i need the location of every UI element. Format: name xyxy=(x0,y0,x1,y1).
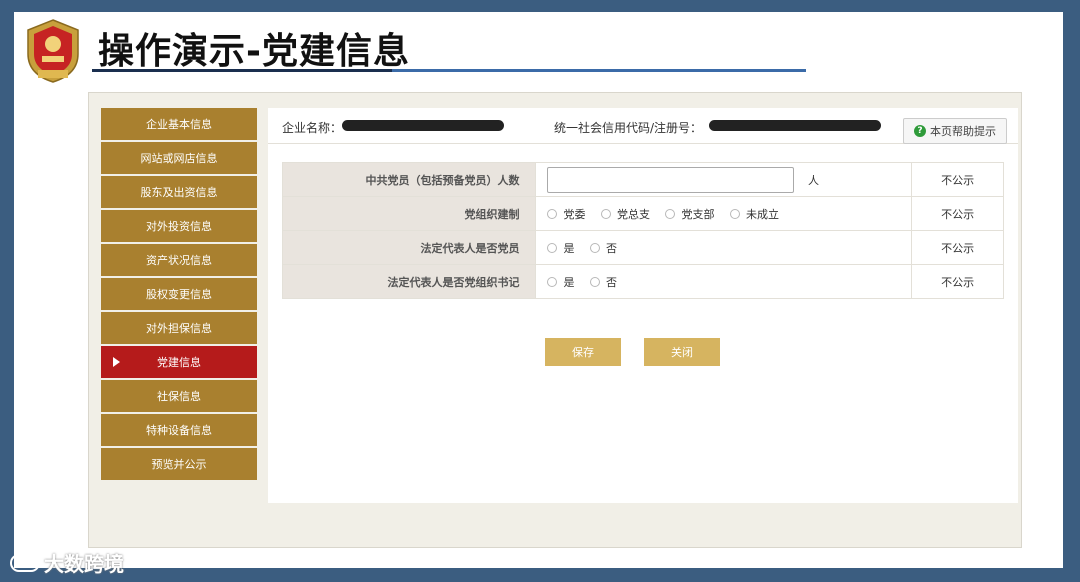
main-panel: 企业名称： 统一社会信用代码/注册号： ? 本页帮助提示 中共党员（包括预备党员… xyxy=(268,108,1018,503)
help-button[interactable]: ? 本页帮助提示 xyxy=(903,118,1007,144)
radio-no[interactable] xyxy=(589,276,600,287)
field-value: 人 xyxy=(535,162,913,197)
sidebar-item-assets[interactable]: 资产状况信息 xyxy=(101,244,257,276)
radio-not-established[interactable] xyxy=(729,208,740,219)
option-label: 否 xyxy=(605,275,617,289)
radio-party-committee[interactable] xyxy=(547,208,558,219)
sidebar-item-basic-info[interactable]: 企业基本信息 xyxy=(101,108,257,140)
title-underline-accent xyxy=(92,69,392,72)
sidebar-item-label: 党建信息 xyxy=(157,356,201,369)
sidebar-item-label: 股东及出资信息 xyxy=(140,186,218,199)
sidebar-item-shareholders[interactable]: 股东及出资信息 xyxy=(101,176,257,208)
field-label: 法定代表人是否党员 xyxy=(281,230,537,265)
sidebar-item-label: 预览并公示 xyxy=(151,458,207,471)
close-button[interactable]: 关闭 xyxy=(644,338,720,366)
credit-code-label: 统一社会信用代码/注册号： xyxy=(554,121,703,135)
publicity-status: 不公示 xyxy=(911,264,1004,299)
form-row-rep-is-member: 法定代表人是否党员 是 否 不公示 xyxy=(281,230,1004,265)
sidebar-item-label: 对外投资信息 xyxy=(146,220,212,233)
credit-code-redacted xyxy=(709,120,881,131)
sidebar-item-investment[interactable]: 对外投资信息 xyxy=(101,210,257,242)
field-label: 中共党员（包括预备党员）人数 xyxy=(281,162,537,197)
radio-yes[interactable] xyxy=(547,242,558,253)
company-info-bar: 企业名称： 统一社会信用代码/注册号： ? 本页帮助提示 xyxy=(268,108,1018,144)
active-arrow-icon xyxy=(113,357,120,367)
sidebar: 企业基本信息 网站或网店信息 股东及出资信息 对外投资信息 资产状况信息 股权变… xyxy=(101,108,257,482)
app-frame: 企业基本信息 网站或网店信息 股东及出资信息 对外投资信息 资产状况信息 股权变… xyxy=(88,92,1022,548)
option-label: 党支部 xyxy=(681,207,715,221)
publicity-status: 不公示 xyxy=(911,196,1004,231)
form-row-rep-is-secretary: 法定代表人是否党组织书记 是 否 不公示 xyxy=(281,264,1004,299)
sidebar-item-label: 网站或网店信息 xyxy=(140,152,218,165)
sidebar-item-label: 社保信息 xyxy=(157,390,201,403)
watermark: 大数跨境 xyxy=(10,548,124,577)
option-label: 是 xyxy=(563,241,575,255)
watermark-text: 大数跨境 xyxy=(44,552,124,576)
field-label: 党组织建制 xyxy=(281,196,537,231)
form-row-org-structure: 党组织建制 党委 党总支 党支部 未成立 不公示 xyxy=(281,196,1004,231)
watermark-logo-icon xyxy=(10,553,40,572)
sidebar-item-special-equipment[interactable]: 特种设备信息 xyxy=(101,414,257,446)
slide: 操作演示-党建信息 企业基本信息 网站或网店信息 股东及出资信息 对外投资信息 … xyxy=(14,12,1063,568)
publicity-status: 不公示 xyxy=(911,230,1004,265)
slide-title: 操作演示-党建信息 xyxy=(98,31,410,72)
sidebar-item-website[interactable]: 网站或网店信息 xyxy=(101,142,257,174)
radio-general-branch[interactable] xyxy=(600,208,611,219)
sidebar-item-guarantee[interactable]: 对外担保信息 xyxy=(101,312,257,344)
sidebar-item-label: 特种设备信息 xyxy=(146,424,212,437)
option-label: 否 xyxy=(605,241,617,255)
sidebar-item-party-building[interactable]: 党建信息 xyxy=(101,346,257,378)
emblem-logo xyxy=(27,19,79,83)
form-row-member-count: 中共党员（包括预备党员）人数 人 不公示 xyxy=(281,162,1004,197)
radio-yes[interactable] xyxy=(547,276,558,287)
sidebar-item-label: 资产状况信息 xyxy=(146,254,212,267)
sidebar-item-label: 企业基本信息 xyxy=(146,118,212,131)
field-value: 党委 党总支 党支部 未成立 xyxy=(535,196,913,231)
sidebar-item-preview-publish[interactable]: 预览并公示 xyxy=(101,448,257,480)
option-label: 党总支 xyxy=(616,207,650,221)
option-label: 未成立 xyxy=(745,207,779,221)
help-button-label: 本页帮助提示 xyxy=(930,125,996,138)
unit-label: 人 xyxy=(807,173,819,187)
radio-branch[interactable] xyxy=(665,208,676,219)
party-info-form: 中共党员（包括预备党员）人数 人 不公示 党组织建制 党委 党总支 党支部 未成… xyxy=(281,162,1004,299)
sidebar-item-label: 股权变更信息 xyxy=(146,288,212,301)
sidebar-item-social-security[interactable]: 社保信息 xyxy=(101,380,257,412)
radio-no[interactable] xyxy=(589,242,600,253)
option-label: 党委 xyxy=(563,207,586,221)
question-icon: ? xyxy=(914,125,926,137)
field-value: 是 否 xyxy=(535,230,913,265)
save-button[interactable]: 保存 xyxy=(545,338,621,366)
publicity-status: 不公示 xyxy=(911,162,1004,197)
sidebar-item-equity-change[interactable]: 股权变更信息 xyxy=(101,278,257,310)
company-name-label: 企业名称： xyxy=(282,121,343,135)
field-label: 法定代表人是否党组织书记 xyxy=(281,264,537,299)
member-count-input[interactable] xyxy=(547,166,795,193)
company-name-redacted xyxy=(342,120,504,131)
option-label: 是 xyxy=(563,275,575,289)
sidebar-item-label: 对外担保信息 xyxy=(146,322,212,335)
field-value: 是 否 xyxy=(535,264,913,299)
